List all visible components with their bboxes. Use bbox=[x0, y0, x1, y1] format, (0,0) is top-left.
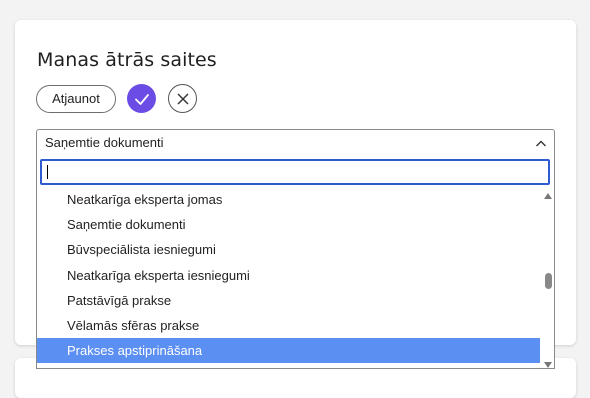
refresh-button[interactable]: Atjaunot bbox=[36, 85, 116, 113]
dropdown-search-input[interactable] bbox=[40, 159, 550, 185]
scroll-up-arrow-icon[interactable] bbox=[544, 193, 552, 199]
check-icon bbox=[134, 93, 149, 105]
cancel-button[interactable] bbox=[168, 84, 197, 113]
dropdown-option[interactable]: Patstāvīgā prakse bbox=[37, 288, 540, 313]
text-caret bbox=[47, 165, 48, 179]
dropdown-option[interactable]: Saņemtie dokumenti bbox=[37, 212, 540, 237]
dropdown-scrollbar[interactable] bbox=[541, 187, 554, 368]
chevron-up-icon[interactable] bbox=[535, 137, 547, 155]
dropdown-option[interactable]: Vēlamās sfēras prakse bbox=[37, 313, 540, 338]
scrollbar-thumb[interactable] bbox=[545, 273, 552, 289]
select-dropdown: Neatkarīga eksperta jomas Saņemtie dokume… bbox=[36, 156, 555, 369]
quick-link-select[interactable]: Saņemtie dokumenti bbox=[36, 129, 555, 157]
dropdown-option[interactable]: Prakses apstiprināšana bbox=[37, 338, 540, 364]
dropdown-option[interactable]: Neatkarīga eksperta jomas bbox=[37, 187, 540, 212]
dropdown-option[interactable]: Neatkarīga eksperta iesniegumi bbox=[37, 263, 540, 288]
select-value: Saņemtie dokumenti bbox=[45, 135, 164, 150]
close-icon bbox=[177, 93, 188, 104]
scroll-down-arrow-icon[interactable] bbox=[544, 362, 552, 368]
option-list: Neatkarīga eksperta jomas Saņemtie dokume… bbox=[37, 187, 540, 364]
confirm-button[interactable] bbox=[127, 84, 156, 113]
panel-title: Manas ātrās saites bbox=[37, 49, 217, 71]
dropdown-option[interactable]: Būvspeciālista iesniegumi bbox=[37, 237, 540, 262]
